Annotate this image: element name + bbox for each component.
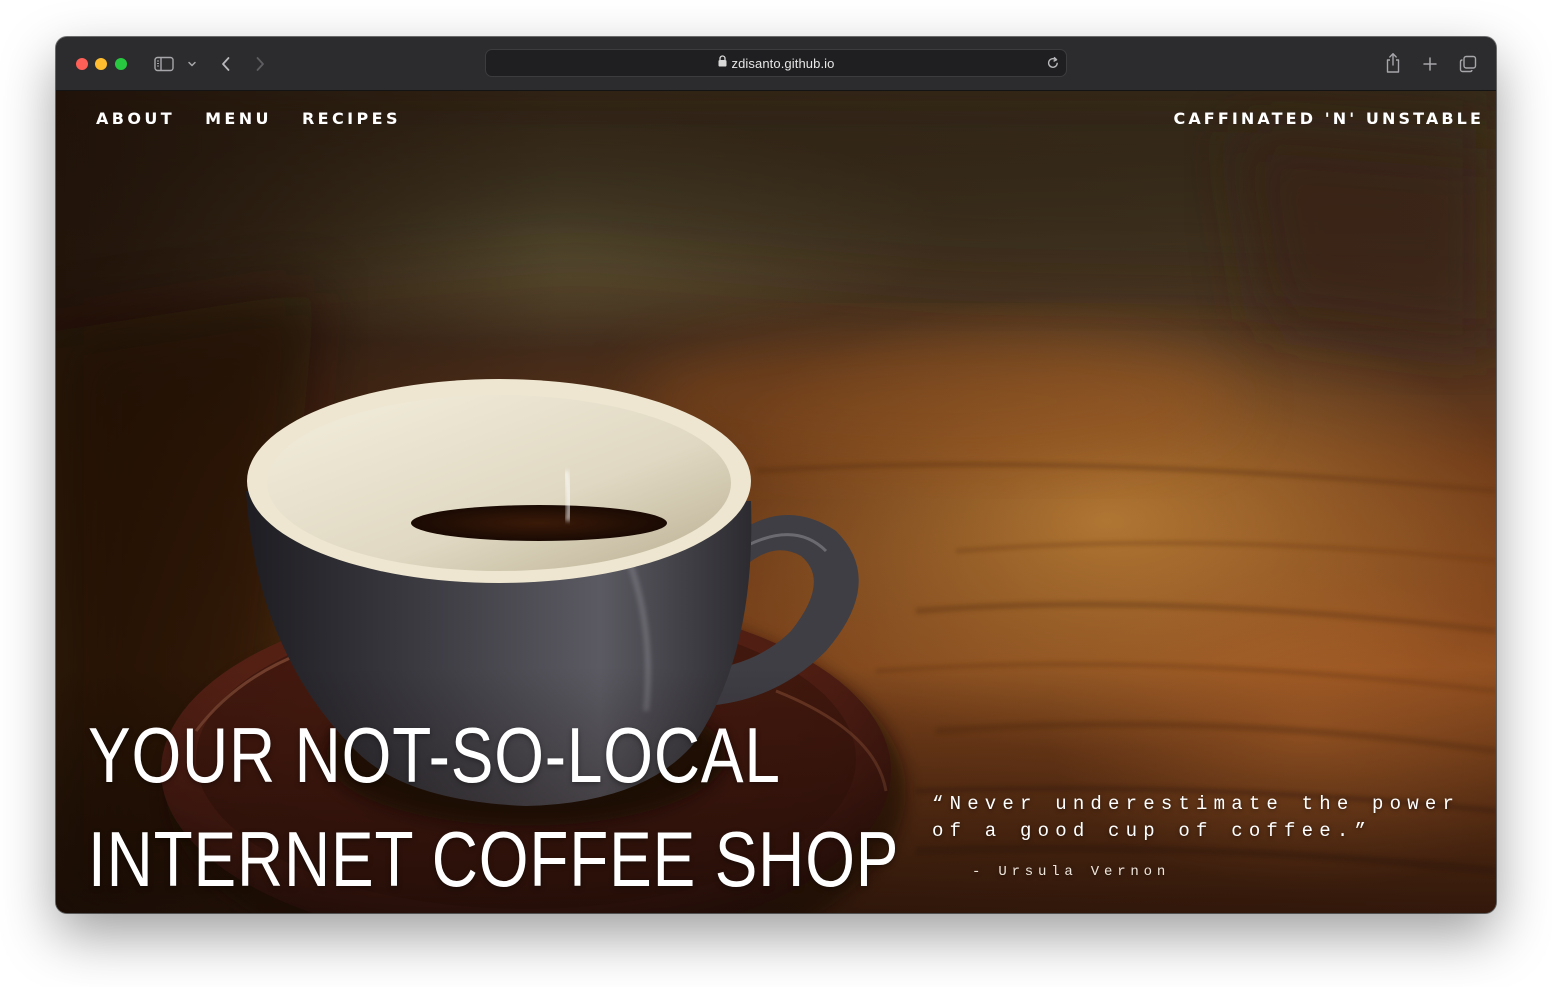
chevron-right-icon[interactable] [252, 54, 268, 74]
site-brand[interactable]: CAFFINATED 'N' UNSTABLE [1173, 109, 1484, 128]
address-bar[interactable]: zdisanto.github.io [485, 49, 1067, 77]
zoom-window-button[interactable] [115, 58, 127, 70]
hero-quote-line2: of a good cup of coffee.” [932, 820, 1373, 842]
nav-link-recipes[interactable]: RECIPES [302, 109, 401, 128]
minimize-window-button[interactable] [95, 58, 107, 70]
hero-headline-line1: YOUR NOT-SO-LOCAL [88, 711, 781, 799]
plus-icon[interactable] [1420, 54, 1440, 74]
reload-icon[interactable] [1046, 56, 1060, 75]
url-text: zdisanto.github.io [731, 55, 835, 71]
tabs-overview-icon[interactable] [1457, 54, 1479, 74]
hero-headline-line2: INTERNET COFFEE SHOP [88, 815, 900, 903]
sidebar-icon[interactable] [153, 54, 175, 74]
nav-link-menu[interactable]: MENU [205, 109, 272, 128]
nav-link-about[interactable]: ABOUT [96, 109, 175, 128]
share-icon[interactable] [1383, 52, 1403, 74]
hero-quote-line1: “Never underestimate the power [932, 793, 1461, 815]
hero-quote: “Never underestimate the power of a good… [932, 791, 1492, 845]
close-window-button[interactable] [76, 58, 88, 70]
webpage: ABOUT MENU RECIPES CAFFINATED 'N' UNSTAB… [56, 91, 1496, 913]
chevron-down-icon[interactable] [186, 54, 198, 74]
browser-toolbar: zdisanto.github.io [56, 37, 1496, 91]
hero-headline: YOUR NOT-SO-LOCAL INTERNET COFFEE SHOP [88, 703, 899, 911]
browser-window: zdisanto.github.io ABOUT MENU RECIPES CA… [56, 37, 1496, 913]
main-nav: ABOUT MENU RECIPES [96, 109, 401, 128]
chevron-left-icon[interactable] [218, 54, 234, 74]
hero-quote-author: - Ursula Vernon [972, 864, 1171, 880]
lock-icon [718, 54, 727, 72]
